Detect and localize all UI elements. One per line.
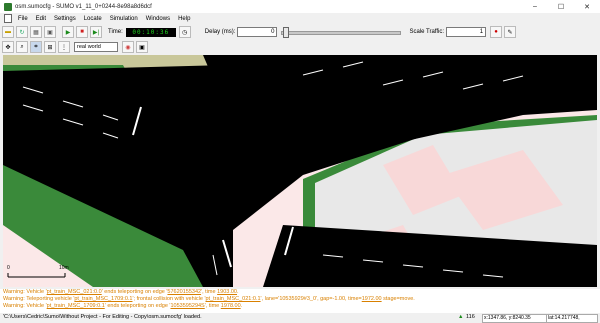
menu-locate[interactable]: Locate: [80, 16, 106, 22]
move-icon: ✥: [5, 44, 11, 51]
scale-traffic-label: Scale Traffic:: [409, 29, 445, 35]
minimize-button[interactable]: –: [522, 0, 548, 13]
reload-icon: ↻: [19, 29, 25, 36]
menu-file[interactable]: File: [14, 16, 32, 22]
status-message: 'C:\Users\Cedric\Sumo\Without Project - …: [3, 314, 202, 320]
document-icon: [4, 14, 12, 23]
menu-help[interactable]: Help: [174, 16, 194, 22]
simulation-toolbar: ▬ ↻ ▦ ▣ ▶ ■ ▶| Time: 00:10:36 ◷ Delay (m…: [0, 24, 600, 40]
log-line: Warning: Teleporting vehicle 'pt_train_M…: [3, 296, 415, 302]
menu-bar: File Edit Settings Locate Simulation Win…: [0, 13, 600, 24]
zoom-button[interactable]: ⌕: [16, 41, 28, 53]
time-link[interactable]: 1978.00: [221, 303, 241, 309]
locate-edge-button[interactable]: ⊞: [44, 41, 56, 53]
menu-simulation[interactable]: Simulation: [106, 16, 142, 22]
reload-button[interactable]: ↻: [16, 26, 28, 38]
delay-slider[interactable]: [281, 27, 402, 38]
vehicle-link[interactable]: pt_train_MSC_021:0.1: [206, 296, 261, 302]
maximize-button[interactable]: ☐: [548, 0, 574, 13]
time-format-button[interactable]: ◷: [178, 26, 191, 38]
slider-thumb[interactable]: [283, 27, 290, 38]
open-folder-button[interactable]: ▬: [2, 26, 14, 38]
camera-icon: ▣: [139, 44, 145, 51]
scheme-value: real world: [77, 44, 101, 50]
stop-icon: ■: [80, 29, 84, 35]
edge-link[interactable]: 1053595294S: [170, 303, 204, 309]
junction-icon: ⌗: [34, 43, 38, 50]
open-net-button[interactable]: ▦: [30, 26, 42, 38]
screenshot-button[interactable]: ▣: [136, 41, 148, 53]
map-canvas[interactable]: 0 10m ➤: [3, 55, 597, 287]
traffic-light-icon: ●: [494, 29, 498, 35]
menu-edit[interactable]: Edit: [32, 16, 50, 22]
edge-icon: ⊞: [47, 44, 53, 51]
run-button[interactable]: ▶: [62, 26, 74, 38]
vehicle-count-icon: ▲: [458, 314, 464, 320]
slider-track: [281, 31, 402, 35]
title-bar: osm.sumocfg - SUMO v1_11_0+0244-8e98a8d6…: [0, 0, 600, 13]
edit-button[interactable]: ✎: [504, 26, 517, 38]
pencil-icon: ✎: [507, 29, 513, 36]
menu-settings[interactable]: Settings: [50, 16, 80, 22]
menu-windows[interactable]: Windows: [142, 16, 174, 22]
time-label: Time:: [108, 29, 123, 35]
play-icon: ▶: [65, 29, 71, 36]
palette-icon: ◉: [125, 44, 131, 51]
message-log[interactable]: Warning: Vehicle 'pt_train_MSC_021:0.0' …: [0, 289, 600, 314]
delay-label: Delay (ms):: [204, 29, 236, 35]
close-sim-icon: ▣: [47, 29, 53, 36]
close-button[interactable]: ✕: [574, 0, 600, 13]
traffic-light-button[interactable]: ●: [490, 26, 503, 38]
scale-distance-label: 10m: [59, 265, 69, 271]
scale-zero-label: 0: [7, 265, 10, 271]
time-display: 00:10:36: [125, 27, 176, 37]
recenter-button[interactable]: ✥: [2, 41, 14, 53]
close-sim-button[interactable]: ▣: [44, 26, 56, 38]
status-bar: 'C:\Users\Cedric\Sumo\Without Project - …: [0, 313, 600, 323]
network-icon: ▦: [33, 29, 39, 36]
scheme-editor-button[interactable]: ◉: [122, 41, 134, 53]
time-link[interactable]: 1903.00: [217, 289, 237, 295]
vehicle-link[interactable]: pt_train_MSC_1709:0.1: [47, 303, 105, 309]
locate-junction-button[interactable]: ⌗: [30, 41, 42, 53]
sumo-app-icon: [4, 2, 12, 11]
step-button[interactable]: ▶|: [90, 26, 102, 38]
scale-bar: [7, 273, 66, 278]
vehicle-count: 116: [466, 314, 475, 320]
color-scheme-select[interactable]: real world: [74, 42, 118, 52]
window-title: osm.sumocfg - SUMO v1_11_0+0244-8e98a8d6…: [15, 3, 152, 10]
view-toolbar: ✥ ⌕ ⌗ ⊞ ⋮ real world ◉ ▣: [0, 40, 600, 54]
log-line: Warning: Vehicle 'pt_train_MSC_021:0.0' …: [3, 289, 239, 295]
folder-icon: ▬: [5, 29, 11, 35]
mouse-cursor-icon: ➤: [156, 119, 164, 129]
scale-traffic-input[interactable]: 1: [446, 27, 487, 37]
zoom-icon: ⌕: [20, 43, 24, 50]
network-view[interactable]: [3, 55, 597, 287]
locate-vehicle-button[interactable]: ⋮: [58, 41, 70, 53]
log-line: Warning: Vehicle 'pt_train_MSC_1709:0.1'…: [3, 303, 243, 309]
vehicle-icon: ⋮: [61, 44, 67, 51]
stop-button[interactable]: ■: [76, 26, 88, 38]
time-link[interactable]: 1972.00: [362, 296, 382, 302]
step-icon: ▶|: [92, 29, 100, 36]
delay-input[interactable]: 0: [237, 27, 278, 37]
clock-icon: ◷: [182, 29, 188, 36]
vehicle-link[interactable]: pt_train_MSC_021:0.0: [47, 289, 102, 295]
vehicle-link[interactable]: pt_train_MSC_1709:0.1: [74, 296, 132, 302]
edge-link[interactable]: 57620155342: [167, 289, 201, 295]
